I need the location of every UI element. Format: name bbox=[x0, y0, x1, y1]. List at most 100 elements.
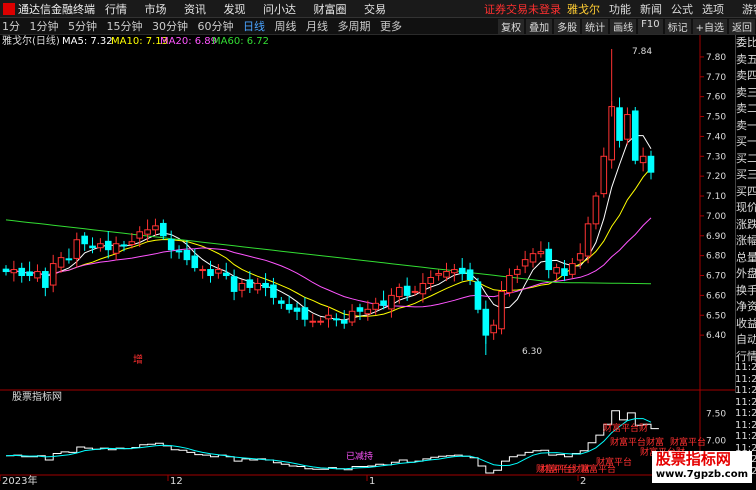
side-label-price: 现价 bbox=[736, 201, 756, 214]
tab-1minute[interactable]: 1分钟 bbox=[30, 20, 59, 33]
candle-body bbox=[576, 253, 584, 261]
tab-1min[interactable]: 1分 bbox=[2, 20, 20, 33]
menu-function[interactable]: 功能 bbox=[609, 1, 631, 17]
candle-body bbox=[215, 269, 222, 274]
menu-wealth[interactable]: 财富圈 bbox=[314, 3, 347, 16]
menu-options[interactable]: 选项 bbox=[702, 1, 724, 17]
candle-body bbox=[506, 275, 513, 294]
menu-market[interactable]: 市场 bbox=[145, 3, 167, 16]
y-tick-label: 7.00 bbox=[706, 212, 726, 222]
candlestick-chart[interactable]: 雅戈尔(日线) MA5: 7.32 MA10: 7.13 MA20: 6.89 … bbox=[0, 34, 735, 487]
tab-daily[interactable]: 日线 bbox=[243, 20, 265, 33]
side-label-change-pct: 涨幅 bbox=[736, 234, 756, 247]
candle-body bbox=[553, 267, 560, 274]
y-tick-label: 7.80 bbox=[706, 53, 726, 63]
menu-formula[interactable]: 公式 bbox=[671, 1, 693, 17]
side-label-bid2: 买二 bbox=[736, 151, 756, 165]
y-tick-label: 6.70 bbox=[706, 272, 726, 282]
side-label-ask1: 卖一 bbox=[736, 118, 756, 132]
candle-body bbox=[395, 286, 403, 298]
tab-5minute[interactable]: 5分钟 bbox=[68, 20, 97, 33]
multi-stock-button[interactable]: 多股 bbox=[554, 18, 581, 34]
candle-body bbox=[545, 248, 553, 271]
overlay-button[interactable]: 叠加 bbox=[526, 18, 553, 34]
side-label-volume: 总量 bbox=[736, 250, 756, 264]
period-toolbar: 1分 1分钟 5分钟 15分钟 30分钟 60分钟 日线 周线 月线 多周期 更… bbox=[0, 18, 756, 35]
tab-multi-period[interactable]: 多周期 bbox=[338, 20, 371, 33]
candle-body bbox=[285, 304, 293, 310]
side-label-net-asset: 净资 bbox=[736, 300, 756, 313]
candle-body bbox=[2, 268, 10, 273]
back-button[interactable]: 返回 bbox=[729, 18, 755, 34]
guest-button[interactable]: 游客 bbox=[742, 1, 756, 17]
chart-annotations: 7.84 6.30 增 已减持 bbox=[133, 47, 652, 462]
statistics-button[interactable]: 统计 bbox=[582, 18, 609, 34]
x-axis: 2023年 12 1 2 bbox=[2, 474, 586, 487]
candle-body bbox=[356, 307, 364, 312]
mark-button[interactable]: 标记 bbox=[664, 18, 691, 34]
side-label-bid3: 买三 bbox=[736, 168, 756, 181]
candle-body bbox=[10, 269, 18, 274]
y-tick-label: 6.50 bbox=[706, 311, 726, 321]
y-tick-label: 7.20 bbox=[706, 172, 726, 182]
candle-body bbox=[569, 263, 576, 275]
side-label-bid-ratio: 委比 bbox=[736, 36, 756, 49]
tab-60minute[interactable]: 60分钟 bbox=[198, 20, 234, 33]
low-price-label: 6.30 bbox=[522, 347, 542, 357]
side-label-bid4: 买四 bbox=[736, 184, 756, 198]
y-tick-label: 7.60 bbox=[706, 93, 726, 103]
restore-rights-button[interactable]: 复权 bbox=[498, 18, 525, 34]
indicator-cyan-line bbox=[5, 418, 652, 470]
tab-more[interactable]: 更多 bbox=[380, 20, 402, 33]
tab-15minute[interactable]: 15分钟 bbox=[107, 20, 143, 33]
menu-quotes[interactable]: 行情 bbox=[105, 3, 127, 16]
candle-body bbox=[631, 110, 639, 161]
candle-body bbox=[419, 282, 427, 295]
f10-button[interactable]: F10 bbox=[638, 18, 663, 34]
candle-body bbox=[584, 223, 592, 257]
tab-monthly[interactable]: 月线 bbox=[306, 20, 328, 33]
candle-body bbox=[254, 282, 262, 291]
watermark: 股票指标网 www.7gpzb.com bbox=[651, 451, 752, 483]
candle-body bbox=[34, 271, 41, 279]
y-tick-label: 6.80 bbox=[706, 252, 726, 262]
candle-body bbox=[364, 308, 372, 315]
menu-news[interactable]: 资讯 bbox=[184, 3, 206, 16]
candle-body bbox=[435, 273, 442, 276]
candle-body bbox=[348, 310, 356, 323]
candle-body bbox=[325, 314, 332, 320]
time-item: 11:29 bbox=[735, 431, 756, 442]
period-tabs: 1分 1分钟 5分钟 15分钟 30分钟 60分钟 日线 周线 月线 多周期 更… bbox=[0, 18, 408, 34]
tab-weekly[interactable]: 周线 bbox=[275, 20, 297, 33]
candle-body bbox=[262, 282, 269, 288]
time-item: 11:29 bbox=[735, 408, 756, 419]
tab-30minute[interactable]: 30分钟 bbox=[152, 20, 188, 33]
candle-body bbox=[403, 285, 411, 296]
chart-area[interactable]: 雅戈尔(日线) MA5: 7.32 MA10: 7.13 MA20: 6.89 … bbox=[0, 34, 735, 487]
candle-body bbox=[647, 155, 655, 173]
menu-trade[interactable]: 交易 bbox=[364, 3, 386, 16]
side-label-earnings: 收益 bbox=[736, 316, 756, 330]
side-label-ask5: 卖五 bbox=[736, 52, 756, 66]
menu-discover[interactable]: 发现 bbox=[224, 3, 246, 16]
login-status[interactable]: 证券交易未登录 bbox=[484, 1, 561, 17]
candle-body bbox=[490, 324, 497, 334]
candle-body bbox=[175, 250, 183, 253]
candle-body bbox=[73, 239, 81, 259]
x-label-12: 12 bbox=[170, 476, 183, 487]
time-item: 11:29 bbox=[735, 362, 756, 373]
menu-news-right[interactable]: 新闻 bbox=[640, 1, 662, 17]
candle-body bbox=[207, 269, 214, 277]
candle-body bbox=[167, 238, 175, 251]
time-item: 11:29 bbox=[735, 385, 756, 396]
add-watchlist-button[interactable]: +自选 bbox=[692, 18, 727, 34]
chart-grid bbox=[0, 35, 735, 481]
signal-label: 财富平台 bbox=[670, 436, 706, 448]
side-label-auto[interactable]: 自动 bbox=[736, 332, 756, 349]
legend-ma60: MA60: 6.72 bbox=[212, 36, 269, 47]
draw-line-button[interactable]: 画线 bbox=[610, 18, 637, 34]
menu-ask[interactable]: 问小达 bbox=[263, 3, 296, 16]
signal-label: 财富平台财富 bbox=[610, 436, 664, 448]
add-marker: 增 bbox=[133, 353, 143, 366]
y-tick-label: 7.10 bbox=[706, 192, 726, 202]
